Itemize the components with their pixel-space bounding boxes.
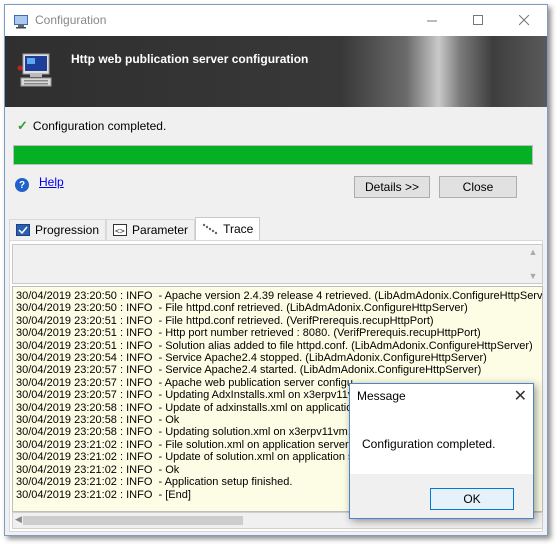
help-icon[interactable]: ? xyxy=(15,178,29,192)
dialog-footer: OK xyxy=(350,474,533,518)
progression-icon xyxy=(16,224,30,236)
header-banner: Http web publication server configuratio… xyxy=(5,36,547,107)
configuration-window-icon xyxy=(14,15,28,29)
log-line: 30/04/2019 23:20:51 : INFO - Solution al… xyxy=(16,339,533,352)
tab-label: Trace xyxy=(223,222,254,236)
close-window-button[interactable] xyxy=(501,5,547,36)
scroll-up-icon[interactable]: ▲ xyxy=(529,247,538,257)
vertical-scrollbar[interactable]: ▲ ▼ xyxy=(526,247,540,281)
close-button[interactable]: Close xyxy=(439,176,517,198)
maximize-icon xyxy=(472,15,483,25)
computer-icon xyxy=(17,53,52,87)
tab-progression[interactable]: Progression xyxy=(9,219,107,240)
log-line: 30/04/2019 23:20:51 : INFO - File httpd.… xyxy=(16,314,434,327)
progress-fill xyxy=(14,146,532,164)
banner-title: Http web publication server configuratio… xyxy=(71,52,309,66)
dialog-title: Message xyxy=(357,389,406,403)
log-line: 30/04/2019 23:20:50 : INFO - File httpd.… xyxy=(16,302,468,315)
checkmark-icon: ✓ xyxy=(17,118,28,133)
log-line: 30/04/2019 23:20:50 : INFO - Apache vers… xyxy=(16,290,543,302)
trace-icon xyxy=(202,223,218,235)
minimize-icon xyxy=(426,20,437,22)
configuration-window: Configuration Http web publication serve… xyxy=(4,4,548,536)
scroll-down-icon[interactable]: ▼ xyxy=(529,271,538,281)
log-line: 30/04/2019 23:20:54 : INFO - Service Apa… xyxy=(16,352,487,365)
log-line: 30/04/2019 23:20:57 : INFO - Service Apa… xyxy=(16,364,482,377)
ok-button[interactable]: OK xyxy=(430,488,514,510)
tab-trace[interactable]: Trace xyxy=(195,217,261,240)
dialog-title-bar[interactable]: Message ✕ xyxy=(350,384,533,408)
minimize-button[interactable] xyxy=(409,5,455,36)
window-title: Configuration xyxy=(35,13,107,27)
svg-text:<>: <> xyxy=(115,227,125,236)
close-icon[interactable]: ✕ xyxy=(514,386,527,406)
help-link[interactable]: Help xyxy=(39,175,64,189)
dialog-message: Configuration completed. xyxy=(362,437,496,451)
tab-strip: Progression <> Parameter Trace xyxy=(9,217,261,240)
status-row: ✓ Configuration completed. xyxy=(17,118,166,134)
scroll-left-icon[interactable]: ◀ xyxy=(15,514,22,525)
message-dialog: Message ✕ Configuration completed. OK xyxy=(349,383,534,519)
scrollbar-thumb[interactable] xyxy=(23,516,243,525)
details-button[interactable]: Details >> xyxy=(354,176,430,198)
tab-label: Parameter xyxy=(132,223,189,237)
progress-bar xyxy=(13,145,533,165)
tab-parameter[interactable]: <> Parameter xyxy=(106,219,196,240)
log-line: 30/04/2019 23:20:51 : INFO - Http port n… xyxy=(16,327,481,340)
parameter-icon: <> xyxy=(113,224,128,236)
status-text: Configuration completed. xyxy=(32,119,167,133)
close-icon xyxy=(518,15,529,26)
trace-header-box: ▲ ▼ xyxy=(12,244,543,284)
tab-label: Progression xyxy=(35,223,100,237)
maximize-button[interactable] xyxy=(455,5,501,36)
title-bar[interactable]: Configuration xyxy=(5,5,547,36)
